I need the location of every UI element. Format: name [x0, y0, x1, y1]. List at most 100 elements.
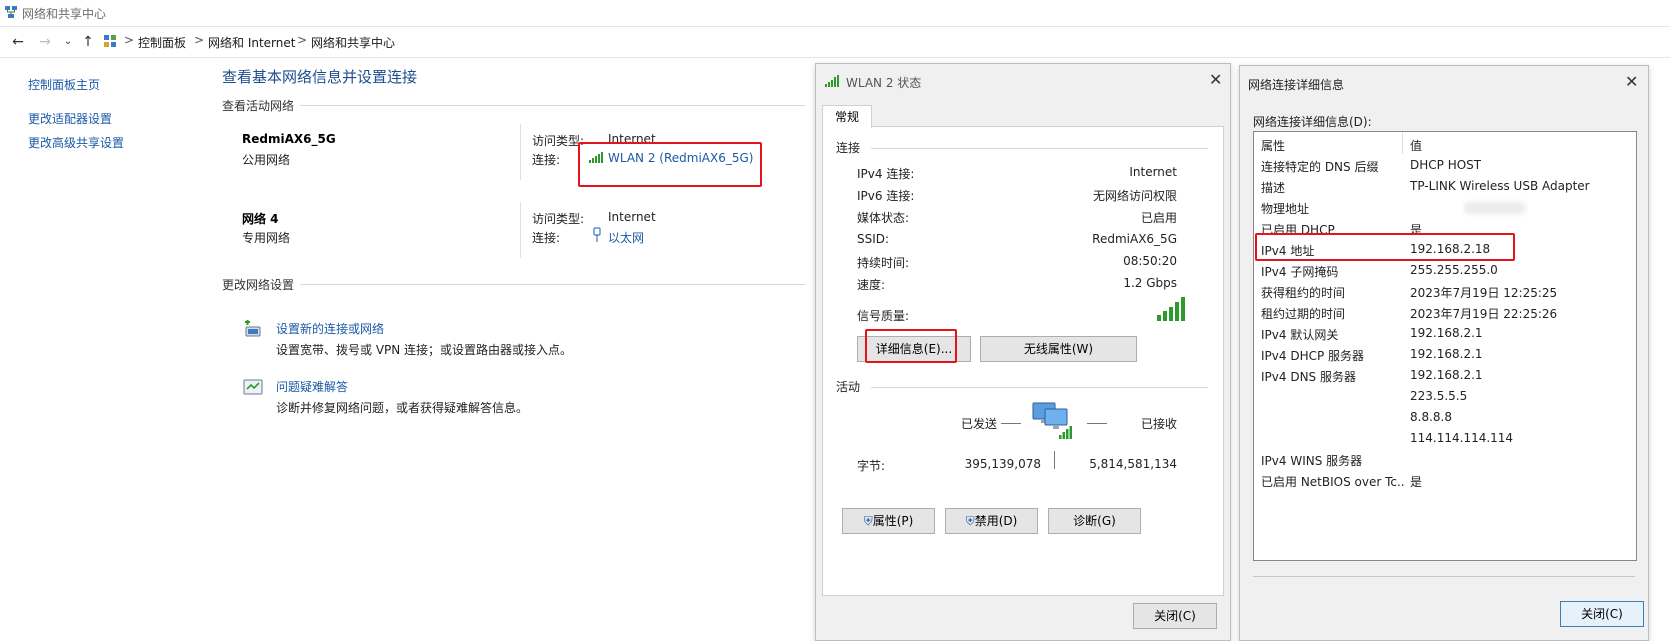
bytes-label: 字节:	[857, 459, 886, 473]
back-arrow-icon[interactable]: ←	[10, 34, 26, 50]
highlight-box	[865, 329, 957, 363]
duration-value: 08:50:20	[1123, 254, 1177, 268]
signal-bars-icon	[1157, 297, 1185, 321]
divider	[871, 387, 1208, 388]
activity-group-label: 活动	[836, 380, 861, 394]
bytes-received-value: 5,814,581,134	[1089, 457, 1177, 471]
breadcrumb-network-internet[interactable]: 网络和 Internet	[208, 34, 295, 51]
window-titlebar: 网络和共享中心	[0, 0, 1670, 26]
sidebar-item-advanced-sharing[interactable]: 更改高级共享设置	[28, 134, 124, 151]
list-item-value: 8.8.8.8	[1410, 410, 1452, 424]
list-item-value: 114.114.114.114	[1410, 431, 1514, 445]
list-item-value: TP-LINK Wireless USB Adapter	[1410, 179, 1590, 193]
setup-new-connection-link[interactable]: 设置新的连接或网络	[276, 320, 384, 337]
properties-button-label: 属性(P)	[872, 514, 914, 528]
list-item-property: 已启用 NetBIOS over Tc...	[1261, 475, 1406, 489]
dialog-title: WLAN 2 状态	[846, 76, 922, 90]
divider	[1054, 451, 1055, 469]
column-divider[interactable]	[1402, 132, 1403, 154]
list-item-value: 223.5.5.5	[1410, 389, 1468, 403]
shield-icon: ⛨	[863, 514, 873, 528]
ipv6-connection-value: 无网络访问权限	[1092, 189, 1177, 203]
received-label: 已接收	[1140, 417, 1177, 431]
media-state-value: 已启用	[1140, 211, 1177, 225]
control-panel-icon	[103, 34, 117, 48]
list-item-property: 获得租约的时间	[1261, 286, 1346, 300]
divider	[1253, 576, 1635, 577]
wlan-status-dialog: WLAN 2 状态 ✕ 常规 连接 IPv4 连接: Internet IPv6…	[815, 63, 1231, 641]
ipv6-connection-label: IPv6 连接:	[857, 189, 915, 203]
recent-chevron-icon[interactable]: ⌄	[60, 34, 76, 50]
ipv4-connection-value: Internet	[1129, 165, 1177, 179]
divider	[520, 202, 521, 258]
sent-label: 已发送	[961, 417, 998, 431]
list-item-property: IPv4 默认网关	[1261, 328, 1339, 342]
divider	[871, 148, 1208, 149]
shield-icon: ⛨	[965, 514, 975, 528]
details-list[interactable]: 属性 值 连接特定的 DNS 后缀 DHCP HOST 描述 TP-LINK W…	[1253, 131, 1637, 561]
network-category: 专用网络	[242, 231, 291, 245]
access-type-value: Internet	[608, 210, 656, 224]
close-icon[interactable]: ✕	[1625, 72, 1638, 91]
disable-button-label: 禁用(D)	[974, 514, 1018, 528]
diagnose-button[interactable]: 诊断(G)	[1048, 508, 1141, 534]
list-item-property: 描述	[1261, 181, 1286, 195]
ssid-label: SSID:	[857, 232, 890, 246]
divider	[1087, 423, 1107, 424]
details-list-label: 网络连接详细信息(D):	[1253, 115, 1372, 129]
divider	[520, 124, 521, 180]
divider	[1001, 423, 1021, 424]
disable-button[interactable]: ⛨禁用(D)	[945, 508, 1038, 534]
access-type-label: 访问类型:	[532, 134, 585, 148]
network-name: RedmiAX6_5G	[242, 132, 336, 146]
address-bar: ← → ⌄ ↑ > 控制面板 > 网络和 Internet > 网络和共享中心	[0, 26, 1670, 58]
window-title: 网络和共享中心	[22, 7, 107, 21]
setup-new-connection-desc: 设置宽带、拨号或 VPN 连接；或设置路由器或接入点。	[276, 343, 573, 357]
network-center-icon	[4, 5, 18, 19]
list-item-value: 2023年7月19日 22:25:26	[1410, 307, 1558, 321]
breadcrumb-control-panel[interactable]: 控制面板	[138, 34, 186, 51]
troubleshoot-icon	[242, 378, 264, 398]
breadcrumb-network-center[interactable]: 网络和共享中心	[311, 34, 395, 51]
ethernet-icon	[592, 227, 602, 243]
list-item-property: 租约过期的时间	[1261, 307, 1346, 321]
list-item-value: 2023年7月19日 12:25:25	[1410, 286, 1558, 300]
ipv4-connection-label: IPv4 连接:	[857, 167, 915, 181]
up-arrow-icon[interactable]: ↑	[80, 34, 96, 50]
network-category: 公用网络	[242, 153, 291, 167]
forward-arrow-icon[interactable]: →	[37, 34, 53, 50]
highlight-box	[578, 142, 762, 187]
list-item-value: DHCP HOST	[1410, 158, 1482, 172]
close-icon[interactable]: ✕	[1209, 70, 1222, 89]
signal-quality-label: 信号质量:	[857, 309, 910, 323]
dialog-title: 网络连接详细信息	[1248, 78, 1345, 92]
breadcrumb-separator: >	[194, 33, 205, 47]
list-item-value: 255.255.255.0	[1410, 263, 1498, 277]
troubleshoot-link[interactable]: 问题疑难解答	[276, 378, 348, 395]
change-settings-heading: 更改网络设置	[222, 278, 295, 292]
ssid-value: RedmiAX6_5G	[1092, 232, 1177, 246]
list-item-property: IPv4 WINS 服务器	[1261, 454, 1363, 468]
connection-label: 连接:	[532, 231, 561, 245]
speed-value: 1.2 Gbps	[1123, 276, 1177, 290]
wifi-signal-icon	[825, 75, 839, 87]
column-header-value[interactable]: 值	[1410, 137, 1422, 154]
tab-page: 连接 IPv4 连接: Internet IPv6 连接: 无网络访问权限 媒体…	[822, 126, 1224, 596]
wireless-properties-button[interactable]: 无线属性(W)	[980, 336, 1137, 362]
list-item-property: IPv4 子网掩码	[1261, 265, 1339, 279]
close-button[interactable]: 关闭(C)	[1133, 603, 1217, 629]
list-item-property: 连接特定的 DNS 后缀	[1261, 160, 1379, 174]
sidebar-item-control-panel-home[interactable]: 控制面板主页	[28, 76, 100, 93]
close-button[interactable]: 关闭(C)	[1560, 601, 1644, 627]
tab-general[interactable]: 常规	[822, 105, 872, 128]
network-activity-icon	[1029, 399, 1075, 443]
active-networks-heading: 查看活动网络	[222, 99, 295, 113]
properties-button[interactable]: ⛨属性(P)	[842, 508, 935, 534]
column-header-property[interactable]: 属性	[1261, 137, 1285, 154]
duration-label: 持续时间:	[857, 256, 910, 270]
sidebar-item-adapter-settings[interactable]: 更改适配器设置	[28, 110, 112, 127]
connection-label: 连接:	[532, 153, 561, 167]
details-dialog: 网络连接详细信息 ✕ 网络连接详细信息(D): 属性 值 连接特定的 DNS 后…	[1239, 65, 1649, 641]
ethernet-connection-link[interactable]: 以太网	[608, 229, 644, 246]
divider	[300, 284, 805, 285]
